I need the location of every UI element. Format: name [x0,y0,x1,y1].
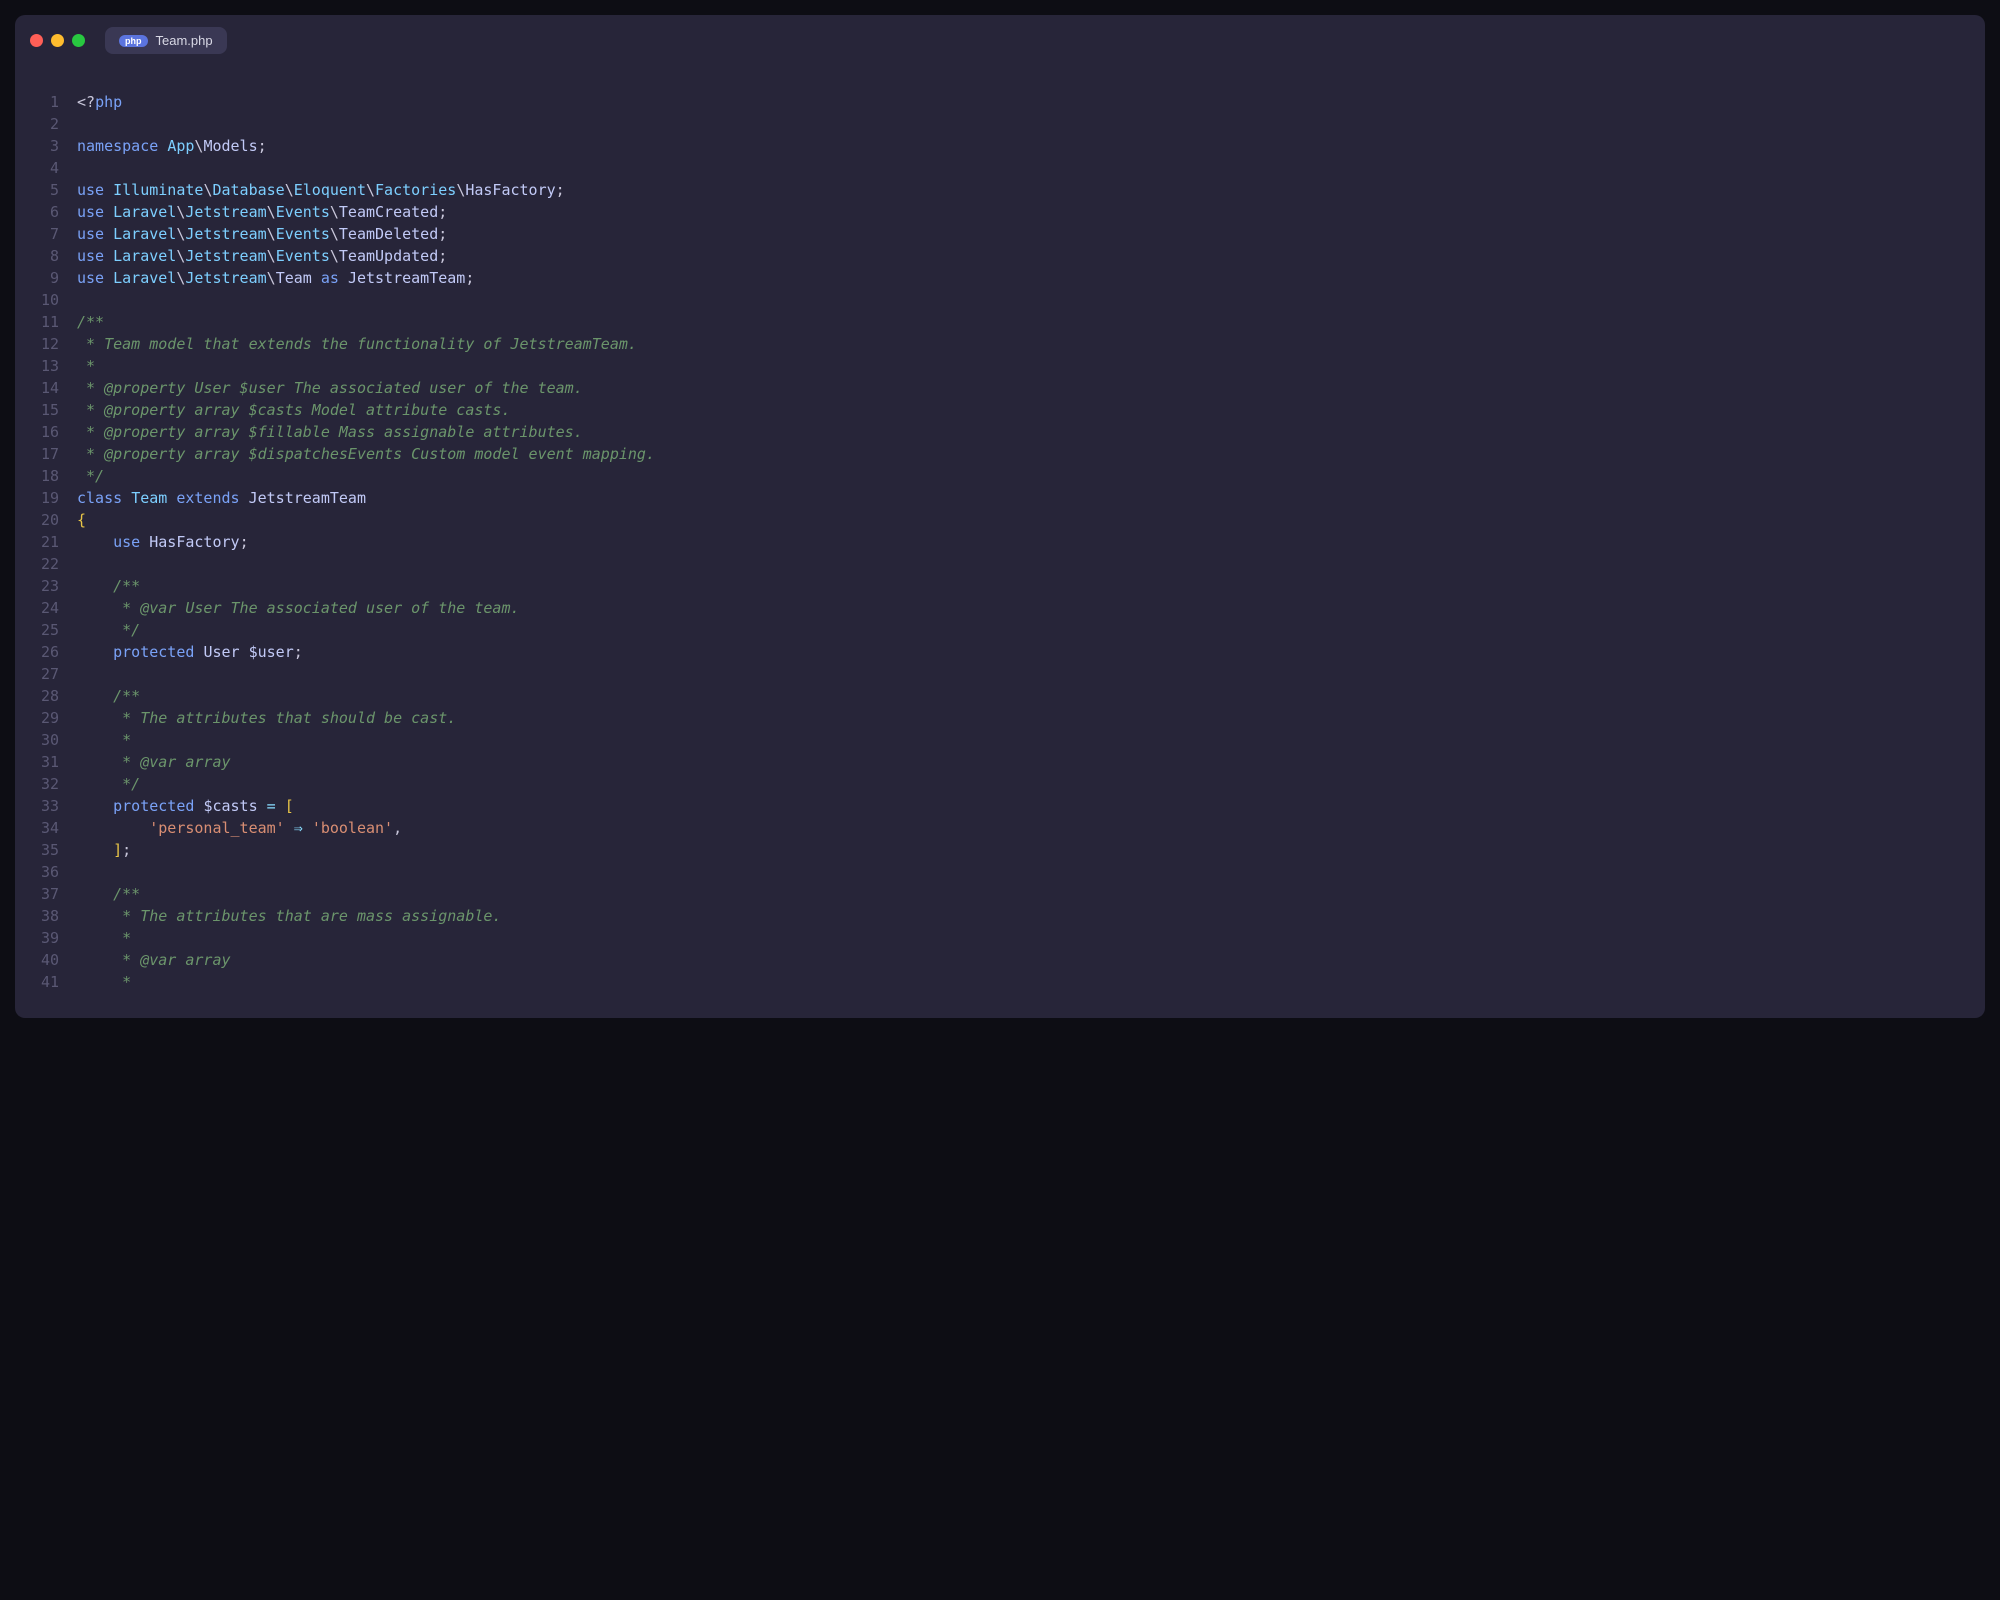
line-number: 33 [15,795,59,817]
line-number: 32 [15,773,59,795]
code-line: ]; [77,839,1985,861]
code-line: */ [77,465,1985,487]
line-number-gutter: 1234567891011121314151617181920212223242… [15,91,77,993]
line-number: 14 [15,377,59,399]
code-line: * The attributes that are mass assignabl… [77,905,1985,927]
code-line: use Laravel\Jetstream\Events\TeamDeleted… [77,223,1985,245]
line-number: 36 [15,861,59,883]
code-line: <?php [77,91,1985,113]
file-tab[interactable]: php Team.php [105,27,227,54]
line-number: 12 [15,333,59,355]
code-line: * @var array [77,751,1985,773]
code-line: * @property User $user The associated us… [77,377,1985,399]
line-number: 16 [15,421,59,443]
editor-window: php Team.php 123456789101112131415161718… [15,15,1985,1018]
code-line: protected User $user; [77,641,1985,663]
code-line: * Team model that extends the functional… [77,333,1985,355]
code-line: * @property array $casts Model attribute… [77,399,1985,421]
code-line [77,861,1985,883]
line-number: 31 [15,751,59,773]
code-line: use Laravel\Jetstream\Team as JetstreamT… [77,267,1985,289]
code-line: namespace App\Models; [77,135,1985,157]
line-number: 7 [15,223,59,245]
minimize-icon[interactable] [51,34,64,47]
code-line: /** [77,883,1985,905]
line-number: 40 [15,949,59,971]
line-number: 23 [15,575,59,597]
code-line: { [77,509,1985,531]
line-number: 6 [15,201,59,223]
code-line: * @var User The associated user of the t… [77,597,1985,619]
line-number: 4 [15,157,59,179]
code-line: * The attributes that should be cast. [77,707,1985,729]
line-number: 11 [15,311,59,333]
code-line: use Illuminate\Database\Eloquent\Factori… [77,179,1985,201]
code-line: */ [77,773,1985,795]
line-number: 22 [15,553,59,575]
line-number: 26 [15,641,59,663]
code-line: * @var array [77,949,1985,971]
line-number: 41 [15,971,59,993]
line-number: 17 [15,443,59,465]
code-line [77,553,1985,575]
code-line: protected $casts = [ [77,795,1985,817]
line-number: 10 [15,289,59,311]
code-line [77,663,1985,685]
line-number: 3 [15,135,59,157]
code-content[interactable]: <?php namespace App\Models; use Illumina… [77,91,1985,993]
code-line: */ [77,619,1985,641]
line-number: 15 [15,399,59,421]
code-line [77,289,1985,311]
titlebar: php Team.php [15,15,1985,66]
line-number: 9 [15,267,59,289]
line-number: 8 [15,245,59,267]
code-line: use Laravel\Jetstream\Events\TeamUpdated… [77,245,1985,267]
line-number: 29 [15,707,59,729]
code-line: /** [77,575,1985,597]
code-line: * [77,927,1985,949]
line-number: 27 [15,663,59,685]
code-area: 1234567891011121314151617181920212223242… [15,66,1985,1018]
line-number: 1 [15,91,59,113]
line-number: 38 [15,905,59,927]
code-line: 'personal_team' ⇒ 'boolean', [77,817,1985,839]
line-number: 21 [15,531,59,553]
code-line: class Team extends JetstreamTeam [77,487,1985,509]
close-icon[interactable] [30,34,43,47]
line-number: 35 [15,839,59,861]
tab-filename: Team.php [156,33,213,48]
code-line: use Laravel\Jetstream\Events\TeamCreated… [77,201,1985,223]
line-number: 34 [15,817,59,839]
line-number: 2 [15,113,59,135]
code-line: * @property array $fillable Mass assigna… [77,421,1985,443]
code-line: * @property array $dispatchesEvents Cust… [77,443,1985,465]
traffic-lights [30,34,85,47]
code-line [77,157,1985,179]
line-number: 39 [15,927,59,949]
line-number: 13 [15,355,59,377]
code-line: * [77,971,1985,993]
code-line [77,113,1985,135]
line-number: 19 [15,487,59,509]
php-file-icon: php [119,35,148,47]
line-number: 28 [15,685,59,707]
line-number: 18 [15,465,59,487]
line-number: 20 [15,509,59,531]
code-line: use HasFactory; [77,531,1985,553]
line-number: 30 [15,729,59,751]
code-line: * [77,355,1985,377]
line-number: 5 [15,179,59,201]
line-number: 25 [15,619,59,641]
maximize-icon[interactable] [72,34,85,47]
code-line: * [77,729,1985,751]
line-number: 24 [15,597,59,619]
code-line: /** [77,311,1985,333]
code-line: /** [77,685,1985,707]
line-number: 37 [15,883,59,905]
